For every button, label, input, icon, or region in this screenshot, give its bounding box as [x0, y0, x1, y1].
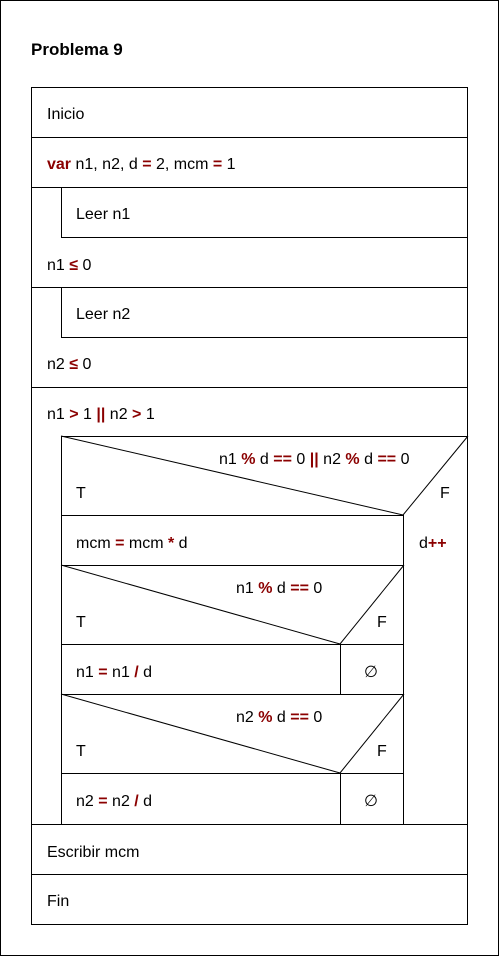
fin-node: Fin: [47, 893, 69, 911]
eqeq-op: ==: [290, 580, 309, 597]
d-increment: d++: [419, 535, 447, 553]
eqeq-op: ==: [290, 709, 309, 726]
le-op: ≤: [69, 257, 79, 274]
inicio-node: Inicio: [47, 106, 84, 124]
if2-true-label: T: [76, 614, 86, 631]
if2-false-label: F: [377, 614, 387, 631]
if3-condition: n2 % d == 0: [236, 709, 322, 727]
if1-false-label: F: [440, 485, 450, 502]
stmt-text: mcm: [76, 535, 116, 552]
ns-lines: [31, 137, 469, 875]
cond-text: 1: [78, 406, 97, 423]
stmt-text: d: [174, 535, 188, 552]
leer-n2-label: Leer n2: [76, 306, 131, 323]
cond-text: n1: [236, 580, 259, 597]
mcm-assign: mcm = mcm * d: [76, 535, 188, 553]
stmt-text: n2: [107, 793, 135, 810]
var-text-c: 1: [222, 156, 236, 173]
leer-n2-node: Leer n2: [76, 306, 130, 324]
or-op: ||: [309, 451, 319, 468]
until-n1-condition: n1 ≤ 0: [47, 257, 91, 275]
escribir-node: Escribir mcm: [47, 844, 139, 862]
if3-true-label: T: [76, 743, 86, 760]
stmt-text: n1: [107, 664, 135, 681]
mod-op: %: [258, 580, 273, 597]
mod-op: %: [345, 451, 360, 468]
escribir-label: Escribir mcm: [47, 844, 140, 861]
var-keyword: var: [47, 156, 72, 173]
if1-condition: n1 % d == 0 || n2 % d == 0: [219, 451, 409, 469]
cond-text: 0: [396, 451, 410, 468]
eqeq-op: ==: [273, 451, 292, 468]
stmt-text: d: [419, 535, 428, 552]
while-condition: n1 > 1 || n2 > 1: [47, 406, 155, 424]
stmt-text: n1: [76, 664, 99, 681]
if3-false-label: F: [377, 743, 387, 760]
var-declaration: var n1, n2, d = 2, mcm = 1: [47, 156, 236, 174]
gt-op: >: [69, 406, 79, 423]
if1-true-label: T: [76, 485, 86, 502]
leer-n1-node: Leer n1: [76, 206, 130, 224]
cond-text: d: [255, 451, 274, 468]
gt-op: >: [132, 406, 142, 423]
cond-text: n2: [236, 709, 259, 726]
cond-text: 1: [141, 406, 155, 423]
inicio-label: Inicio: [47, 106, 85, 123]
n2-divide: n2 = n2 / d: [76, 793, 152, 811]
cond-text: n1: [219, 451, 242, 468]
eqeq-op: ==: [377, 451, 397, 468]
cond-text: n2: [318, 451, 346, 468]
cond-text: n1: [47, 257, 70, 274]
stmt-text: mcm: [124, 535, 168, 552]
cond-text: n1: [47, 406, 70, 423]
until-n2-condition: n2 ≤ 0: [47, 356, 91, 374]
inc-op: ++: [427, 535, 447, 552]
cond-text: 0: [78, 356, 92, 373]
assign-op: =: [212, 156, 223, 173]
assign-op: =: [98, 793, 108, 810]
cond-text: d: [272, 709, 291, 726]
stmt-text: d: [138, 793, 153, 810]
assign-op: =: [142, 156, 152, 173]
var-text-b: 2, mcm: [151, 156, 213, 173]
cond-text: n2: [105, 406, 133, 423]
cond-text: 0: [308, 580, 323, 597]
cond-text: d: [359, 451, 378, 468]
n1-divide: n1 = n1 / d: [76, 664, 152, 682]
fin-label: Fin: [47, 893, 70, 910]
stmt-text: n2: [76, 793, 99, 810]
empty-set-icon: ∅: [364, 793, 378, 810]
mod-op: %: [241, 451, 256, 468]
cond-text: 0: [291, 451, 310, 468]
cond-text: 0: [308, 709, 323, 726]
cond-text: n2: [47, 356, 70, 373]
leer-n1-label: Leer n1: [76, 206, 131, 223]
le-op: ≤: [69, 356, 79, 373]
cond-text: 0: [78, 257, 92, 274]
empty-set-icon: ∅: [364, 664, 378, 681]
assign-op: =: [98, 664, 108, 681]
if2-condition: n1 % d == 0: [236, 580, 322, 598]
cond-text: d: [272, 580, 291, 597]
var-text-a: n1, n2, d: [75, 156, 143, 173]
mod-op: %: [258, 709, 273, 726]
stmt-text: d: [138, 664, 153, 681]
or-op: ||: [96, 406, 106, 423]
